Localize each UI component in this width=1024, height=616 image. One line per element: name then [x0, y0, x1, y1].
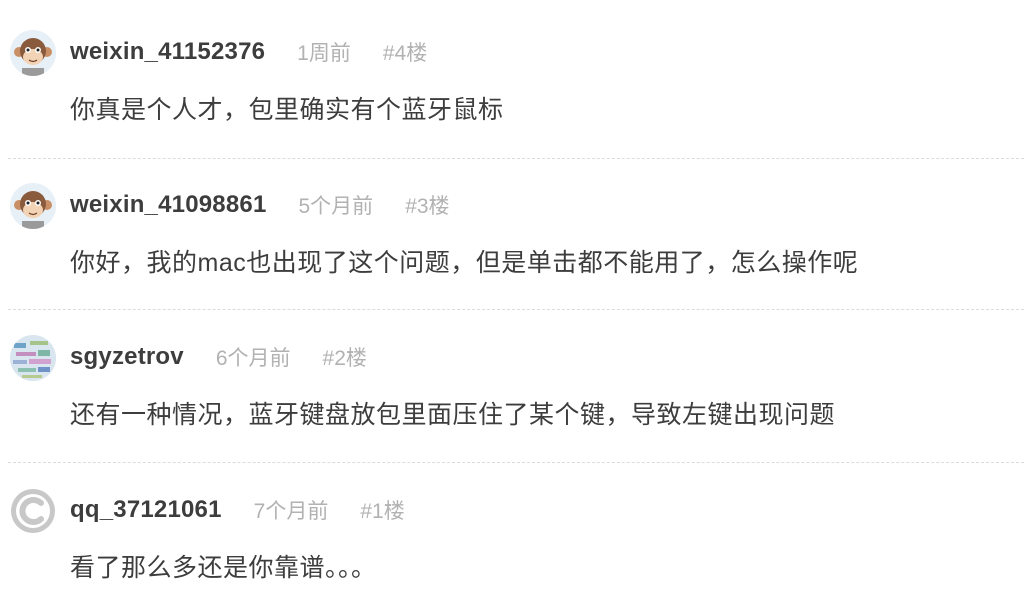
floor-number: #2楼 — [322, 347, 367, 370]
pattern-avatar-icon[interactable] — [10, 335, 56, 381]
comment-meta: weixin_41098861 5个月前 #3楼 — [70, 189, 450, 221]
comment-content: 看了那么多还是你靠谱。。。 — [70, 554, 377, 582]
monkey-avatar-icon[interactable] — [10, 183, 56, 229]
floor-number: #3楼 — [405, 195, 450, 218]
c-logo-avatar-icon[interactable] — [10, 488, 56, 534]
comment-time: 7个月前 — [253, 500, 329, 523]
comment-meta: qq_37121061 7个月前 #1楼 — [70, 494, 405, 526]
comment-meta: sgyzetrov 6个月前 #2楼 — [70, 341, 367, 373]
comment-item: weixin_41152376 1周前 #4楼 你真是个人才，包里确实有个蓝牙鼠… — [0, 0, 1024, 159]
floor-number: #4楼 — [382, 42, 428, 65]
comment-time: 6个月前 — [215, 347, 291, 370]
comment-content: 还有一种情况，蓝牙键盘放包里面压住了某个键，导致左键出现问题 — [70, 401, 836, 429]
comment-item: qq_37121061 7个月前 #1楼 看了那么多还是你靠谱。。。 — [0, 458, 1024, 610]
comment-time: 5个月前 — [298, 195, 374, 218]
comment-time: 1周前 — [297, 42, 351, 65]
comment-item: weixin_41098861 5个月前 #3楼 你好，我的mac也出现了这个问… — [0, 153, 1024, 310]
comment-content: 你真是个人才，包里确实有个蓝牙鼠标 — [70, 96, 504, 124]
username-link[interactable]: weixin_41098861 — [70, 191, 267, 219]
comment-item: sgyzetrov 6个月前 #2楼 还有一种情况，蓝牙键盘放包里面压住了某个键… — [0, 305, 1024, 463]
monkey-avatar-icon[interactable] — [10, 30, 56, 76]
username-link[interactable]: qq_37121061 — [70, 496, 222, 524]
username-link[interactable]: sgyzetrov — [70, 343, 184, 371]
username-link[interactable]: weixin_41152376 — [70, 38, 265, 66]
comment-meta: weixin_41152376 1周前 #4楼 — [70, 36, 427, 68]
comment-content: 你好，我的mac也出现了这个问题，但是单击都不能用了，怎么操作呢 — [70, 249, 859, 277]
floor-number: #1楼 — [360, 500, 405, 523]
comment-list: weixin_41152376 1周前 #4楼 你真是个人才，包里确实有个蓝牙鼠… — [0, 0, 1024, 616]
